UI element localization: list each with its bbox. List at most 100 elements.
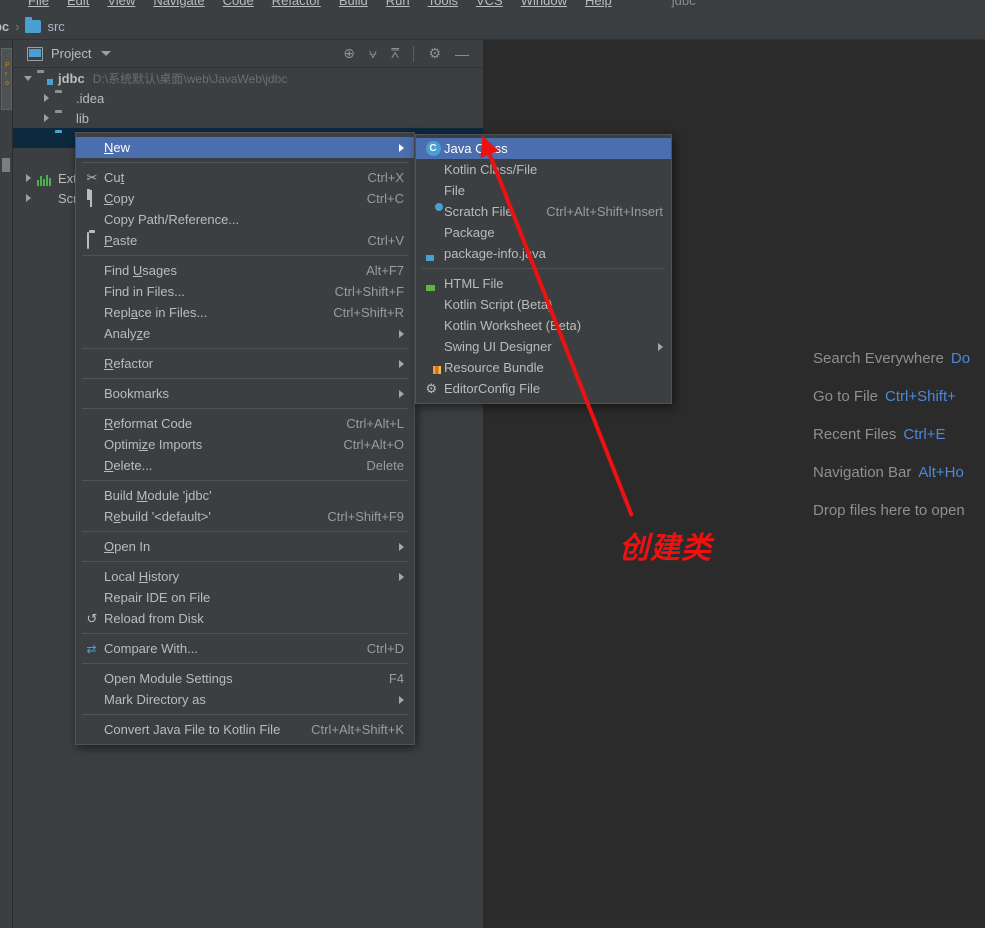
expand-all-icon[interactable]: ⩝ bbox=[369, 45, 377, 62]
submenu-item-html-file[interactable]: HTML File bbox=[416, 273, 671, 294]
menu-item-optimize-imports[interactable]: Optimize Imports Ctrl+Alt+O bbox=[76, 434, 414, 455]
project-panel-title[interactable]: Project bbox=[51, 46, 91, 61]
tree-node-jdbc[interactable]: jdbc D:\系统默认\桌面\web\JavaWeb\jdbc bbox=[13, 68, 483, 88]
breadcrumb: dbc › src bbox=[0, 13, 985, 40]
menu-item-replace-in-files[interactable]: Replace in Files... Ctrl+Shift+R bbox=[76, 302, 414, 323]
submenu-item-icon bbox=[422, 183, 444, 198]
tree-node--idea[interactable]: .idea bbox=[13, 88, 483, 108]
menu-item-mark-directory-as[interactable]: Mark Directory as bbox=[76, 689, 414, 710]
menu-item-repair-ide-on-file[interactable]: Repair IDE on File bbox=[76, 587, 414, 608]
menu-separator bbox=[82, 255, 408, 256]
menu-navigate[interactable]: Navigate bbox=[153, 0, 204, 8]
new-submenu[interactable]: C Java Class Kotlin Class/File File Scratch … bbox=[415, 134, 672, 404]
menu-item-shortcut: Ctrl+Shift+R bbox=[333, 305, 404, 320]
menu-item-compare-with[interactable]: ⇄ Compare With... Ctrl+D bbox=[76, 638, 414, 659]
editor-hint: Recent Files Ctrl+E bbox=[813, 426, 970, 443]
library-icon bbox=[37, 170, 53, 186]
locate-icon[interactable]: ⊕ bbox=[343, 45, 355, 62]
menu-item-analyze[interactable]: Analyze bbox=[76, 323, 414, 344]
submenu-item-label: Kotlin Worksheet (Beta) bbox=[444, 318, 582, 333]
menu-tools[interactable]: Tools bbox=[428, 0, 458, 8]
submenu-item-kotlin-script--beta[interactable]: Kotlin Script (Beta) bbox=[416, 294, 671, 315]
submenu-item-resource-bundle[interactable]: Resource Bundle bbox=[416, 357, 671, 378]
twisty-right-icon[interactable] bbox=[41, 93, 52, 104]
menu-item-shortcut: Ctrl+V bbox=[367, 233, 404, 248]
submenu-item-package-info-java[interactable]: package-info.java bbox=[416, 243, 671, 264]
menu-item-delete[interactable]: Delete... Delete bbox=[76, 455, 414, 476]
submenu-arrow-icon bbox=[399, 389, 404, 398]
hide-icon[interactable]: — bbox=[455, 46, 469, 62]
folder-icon bbox=[55, 90, 71, 106]
submenu-item-kotlin-class-file[interactable]: Kotlin Class/File bbox=[416, 159, 671, 180]
submenu-item-label: Scratch File bbox=[444, 204, 513, 219]
menu-item-copy-path-reference[interactable]: Copy Path/Reference... bbox=[76, 209, 414, 230]
menu-vcs[interactable]: VCS bbox=[476, 0, 503, 8]
menu-build[interactable]: Build bbox=[339, 0, 368, 8]
submenu-item-java-class[interactable]: C Java Class bbox=[416, 138, 671, 159]
breadcrumb-current[interactable]: src bbox=[47, 19, 64, 34]
menu-view[interactable]: View bbox=[107, 0, 135, 8]
menu-item-reformat-code[interactable]: Reformat Code Ctrl+Alt+L bbox=[76, 413, 414, 434]
menu-item-paste[interactable]: Paste Ctrl+V bbox=[76, 230, 414, 251]
menu-item-label: Compare With... bbox=[104, 641, 198, 656]
menu-item-cut[interactable]: ✂ Cut Ctrl+X bbox=[76, 167, 414, 188]
submenu-item-kotlin-worksheet--beta[interactable]: Kotlin Worksheet (Beta) bbox=[416, 315, 671, 336]
submenu-arrow-icon bbox=[658, 342, 663, 351]
menu-file[interactable]: File bbox=[28, 0, 49, 8]
menu-item-local-history[interactable]: Local History bbox=[76, 566, 414, 587]
project-tool-tab[interactable]: Pro bbox=[1, 48, 12, 110]
menu-item-find-in-files[interactable]: Find in Files... Ctrl+Shift+F bbox=[76, 281, 414, 302]
submenu-item-label: Kotlin Script (Beta) bbox=[444, 297, 553, 312]
menu-item-label: Open In bbox=[104, 539, 151, 554]
tree-node-lib[interactable]: lib bbox=[13, 108, 483, 128]
menu-item-convert-java-file-to-kotlin-file[interactable]: Convert Java File to Kotlin File Ctrl+Alt… bbox=[76, 719, 414, 740]
twisty-right-icon[interactable] bbox=[23, 173, 34, 184]
menu-item-shortcut: Ctrl+Shift+F9 bbox=[327, 509, 404, 524]
menu-item-rebuild---default[interactable]: Rebuild '<default>' Ctrl+Shift+F9 bbox=[76, 506, 414, 527]
collapse-all-icon[interactable]: ⩞ bbox=[391, 45, 400, 62]
menu-item-find-usages[interactable]: Find Usages Alt+F7 bbox=[76, 260, 414, 281]
menu-item-reload-from-disk[interactable]: ↺ Reload from Disk bbox=[76, 608, 414, 629]
menu-item-copy[interactable]: Copy Ctrl+C bbox=[76, 188, 414, 209]
menu-item-bookmarks[interactable]: Bookmarks bbox=[76, 383, 414, 404]
menu-item-label: Copy Path/Reference... bbox=[104, 212, 240, 227]
editor-hint-label: Navigation Bar bbox=[813, 464, 912, 481]
twisty-right-icon[interactable] bbox=[23, 193, 34, 204]
html-file-icon bbox=[426, 276, 441, 291]
paste-icon bbox=[86, 232, 102, 249]
menu-item-refactor[interactable]: Refactor bbox=[76, 353, 414, 374]
breadcrumb-root[interactable]: dbc bbox=[0, 19, 9, 34]
structure-tool-tab[interactable] bbox=[2, 158, 10, 172]
menu-code[interactable]: Code bbox=[223, 0, 254, 8]
tool-window-bar[interactable]: Pro bbox=[0, 40, 13, 928]
chevron-down-icon[interactable] bbox=[101, 51, 112, 56]
menu-item-open-module-settings[interactable]: Open Module Settings F4 bbox=[76, 668, 414, 689]
menu-item-shortcut: Ctrl+D bbox=[366, 641, 404, 656]
menu-refactor[interactable]: Refactor bbox=[272, 0, 321, 8]
settings-gear-icon[interactable]: ⚙ bbox=[428, 45, 441, 62]
context-menu[interactable]: New ✂ Cut Ctrl+X Copy Ctrl+C Copy Path/Referen… bbox=[75, 132, 415, 745]
scratches-icon bbox=[37, 190, 53, 206]
menu-item-build-module--jdbc[interactable]: Build Module 'jdbc' bbox=[76, 485, 414, 506]
submenu-item-swing-ui-designer[interactable]: Swing UI Designer bbox=[416, 336, 671, 357]
menu-window[interactable]: Window bbox=[521, 0, 567, 8]
submenu-arrow-icon bbox=[399, 329, 404, 338]
menu-item-label: Paste bbox=[104, 233, 138, 248]
menu-item-open-in[interactable]: Open In bbox=[76, 536, 414, 557]
menu-item-new[interactable]: New bbox=[76, 137, 414, 158]
menu-bar[interactable]: File Edit View Navigate Code Refactor Build Run… bbox=[0, 0, 985, 13]
editor-hint-label: Go to File bbox=[813, 388, 879, 405]
submenu-item-file[interactable]: File bbox=[416, 180, 671, 201]
menu-edit[interactable]: Edit bbox=[67, 0, 89, 8]
menu-run[interactable]: Run bbox=[386, 0, 410, 8]
submenu-item-scratch-file[interactable]: Scratch File Ctrl+Alt+Shift+Insert bbox=[416, 201, 671, 222]
submenu-item-package[interactable]: Package bbox=[416, 222, 671, 243]
menu-separator bbox=[82, 714, 408, 715]
twisty-right-icon[interactable] bbox=[41, 113, 52, 124]
menu-help[interactable]: Help bbox=[585, 0, 612, 8]
menu-separator bbox=[82, 633, 408, 634]
submenu-item-editorconfig-file[interactable]: ⚙ EditorConfig File bbox=[416, 378, 671, 399]
twisty-down-icon[interactable] bbox=[23, 73, 34, 84]
tree-node-path: D:\系统默认\桌面\web\JavaWeb\jdbc bbox=[92, 71, 288, 86]
menu-separator bbox=[82, 408, 408, 409]
